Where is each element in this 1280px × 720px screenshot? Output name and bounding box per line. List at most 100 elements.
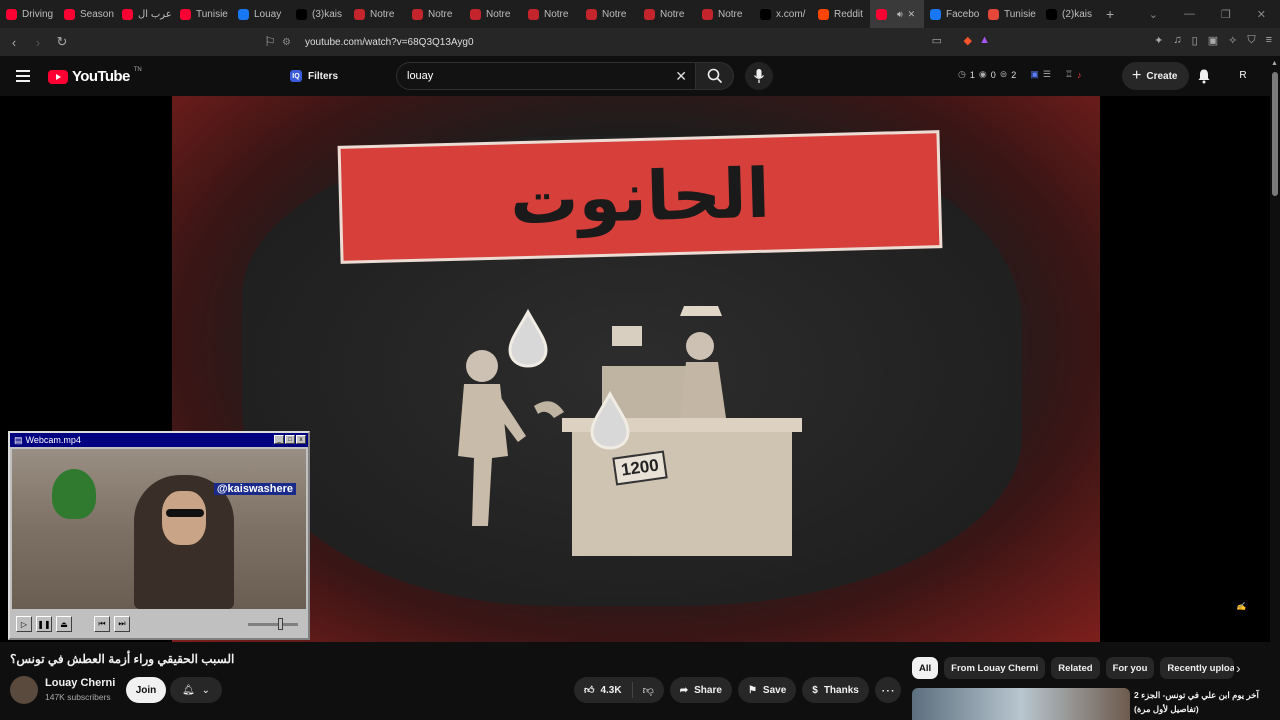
search-input[interactable]: louay ✕ (396, 62, 696, 90)
chip-from-channel[interactable]: From Louay Cherni (944, 657, 1046, 679)
maximize-icon[interactable]: ❐ (1221, 8, 1231, 21)
browser-tab[interactable]: عرب ال (116, 0, 174, 28)
chevron-down-icon: ⌄ (201, 684, 211, 696)
webcam-window[interactable]: ▤ Webcam.mp4 _ □ x @kaiswashere ▷ ❚❚ ⏏ ⏮… (8, 431, 310, 640)
forward-icon[interactable]: › (28, 35, 48, 50)
chevron-right-icon[interactable]: › (1236, 660, 1241, 676)
audio-playing-icon[interactable]: 🔊︎ (897, 9, 903, 20)
scrollbar-thumb[interactable] (1272, 72, 1278, 196)
next-icon[interactable]: ⏭ (114, 616, 130, 632)
list-icon[interactable]: ☰ (1043, 69, 1051, 80)
browser-tab[interactable]: Notre (580, 0, 638, 28)
brave-rewards-icon[interactable]: ▲ (979, 34, 990, 46)
account-avatar[interactable]: R (1232, 64, 1254, 86)
eject-icon[interactable]: ⏏ (56, 616, 72, 632)
luigi-figure (52, 469, 96, 519)
logo-text: YouTube (72, 68, 130, 85)
media-icon[interactable]: ♫ (1173, 34, 1181, 47)
browser-tab[interactable]: (2)kais (1040, 0, 1098, 28)
bookmark-icon[interactable]: ⚐ (260, 34, 280, 50)
extensions-icon[interactable]: ✦ (1154, 34, 1163, 47)
vpn-icon[interactable]: ⛉ (1247, 34, 1255, 47)
extension-icon[interactable]: ▣ (1030, 69, 1039, 80)
recommended-video-thumbnail[interactable] (912, 688, 1130, 720)
recommended-video-title[interactable]: آخر يوم ابن علي في تونس- الجزء 2 (تفاصيل… (1134, 688, 1268, 716)
back-icon[interactable]: ‹ (4, 35, 24, 50)
play-icon[interactable]: ▷ (16, 616, 32, 632)
scroll-up-icon[interactable]: ▲ (1271, 60, 1278, 67)
voice-search-button[interactable] (745, 62, 773, 90)
dislike-button[interactable]: 👎︎ (633, 684, 664, 697)
webcam-minimize-icon[interactable]: _ (274, 435, 284, 444)
chip-all[interactable]: All (912, 657, 939, 679)
browser-tab[interactable]: x.com/ (754, 0, 812, 28)
minimize-icon[interactable]: — (1184, 8, 1195, 20)
browser-tab[interactable]: Tunisie (174, 0, 232, 28)
volume-slider[interactable] (248, 618, 298, 630)
browser-tab[interactable]: Season (58, 0, 116, 28)
webcam-maximize-icon[interactable]: □ (285, 435, 295, 444)
clear-search-icon[interactable]: ✕ (675, 68, 687, 85)
url-field[interactable]: ⚙ youtube.com/watch?v=68Q3Q13Ayg0 (282, 31, 1002, 53)
tab-label: Reddit (834, 8, 863, 20)
trophy-icon[interactable]: ♖ (1065, 69, 1073, 80)
window-controls: ⌄ — ❐ ✕ (1149, 0, 1280, 28)
tab-favicon-icon (354, 8, 365, 20)
filters-button[interactable]: IQ Filters (290, 64, 338, 88)
tab-search-icon[interactable]: ⌄ (1149, 8, 1158, 21)
browser-tab[interactable]: Notre (406, 0, 464, 28)
tab-favicon-icon (818, 8, 829, 20)
browser-tab[interactable]: Notre (696, 0, 754, 28)
tab-favicon-icon (644, 8, 655, 20)
leo-icon[interactable]: ✧ (1228, 34, 1237, 47)
reload-icon[interactable]: ↻ (52, 34, 72, 50)
wallet-icon[interactable]: ▣ (1208, 34, 1218, 47)
thanks-button[interactable]: $ Thanks (802, 677, 869, 703)
browser-tab[interactable]: Notre (638, 0, 696, 28)
save-button[interactable]: ⚑ Save (737, 677, 797, 703)
webcam-titlebar[interactable]: ▤ Webcam.mp4 _ □ x (10, 433, 308, 447)
browser-tab[interactable]: Notre (464, 0, 522, 28)
browser-tab[interactable]: Facebo (924, 0, 982, 28)
search-button[interactable] (696, 62, 734, 90)
browser-tab[interactable]: Louay (232, 0, 290, 28)
browser-tab[interactable]: 🔊︎ ✕ (870, 0, 924, 28)
subscription-bell-button[interactable]: 🔔︎ ⌄ (170, 677, 222, 703)
more-actions-button[interactable]: ⋯ (874, 677, 901, 703)
browser-tab[interactable]: Driving (0, 0, 58, 28)
create-button[interactable]: + Create (1122, 62, 1190, 90)
chip-recently-uploaded[interactable]: Recently uploaded (1160, 657, 1235, 679)
chip-related[interactable]: Related (1051, 657, 1100, 679)
brave-shield-icon[interactable]: ◆ (964, 34, 972, 47)
like-button[interactable]: 👍︎ 4.3K (574, 682, 633, 698)
close-tab-icon[interactable]: ✕ (908, 9, 916, 20)
channel-avatar[interactable] (10, 676, 38, 704)
browser-tab[interactable]: Reddit (812, 0, 870, 28)
cast-icon[interactable]: ▭ (932, 34, 942, 47)
webcam-close-icon[interactable]: x (296, 435, 306, 444)
channel-name[interactable]: Louay Cherni (45, 677, 115, 689)
close-window-icon[interactable]: ✕ (1257, 8, 1266, 21)
tab-label: x.com/ (776, 8, 806, 20)
browser-tab[interactable]: Notre (348, 0, 406, 28)
new-tab-icon[interactable]: + (1106, 6, 1114, 22)
notification-dot-icon[interactable]: ♪ (1077, 70, 1082, 80)
previous-icon[interactable]: ⏮ (94, 616, 110, 632)
sunglasses (166, 509, 204, 517)
share-button[interactable]: ➦ Share (669, 677, 732, 703)
chip-for-you[interactable]: For you (1105, 657, 1155, 679)
pause-icon[interactable]: ❚❚ (36, 616, 52, 632)
browser-tab[interactable]: (3)kais (290, 0, 348, 28)
browser-tab[interactable]: Tunisie (982, 0, 1040, 28)
notifications-button[interactable] (1196, 68, 1212, 89)
hamburger-menu-icon[interactable] (16, 70, 30, 82)
volume-slider-handle[interactable] (278, 618, 283, 630)
header-stats[interactable]: ◷ 1 ◉ 0 ⊜ 2 ▣ ☰ ♖ ♪ (958, 69, 1081, 80)
page-scrollbar[interactable]: ▲ (1270, 56, 1280, 720)
site-info-icon[interactable]: ⚙ (282, 37, 298, 48)
menu-icon[interactable]: ≡ (1266, 34, 1272, 47)
youtube-logo[interactable]: YouTube TN (48, 67, 142, 85)
browser-tab[interactable]: Notre (522, 0, 580, 28)
sidebar-icon[interactable]: ▯ (1192, 34, 1198, 47)
join-button[interactable]: Join (126, 677, 166, 703)
